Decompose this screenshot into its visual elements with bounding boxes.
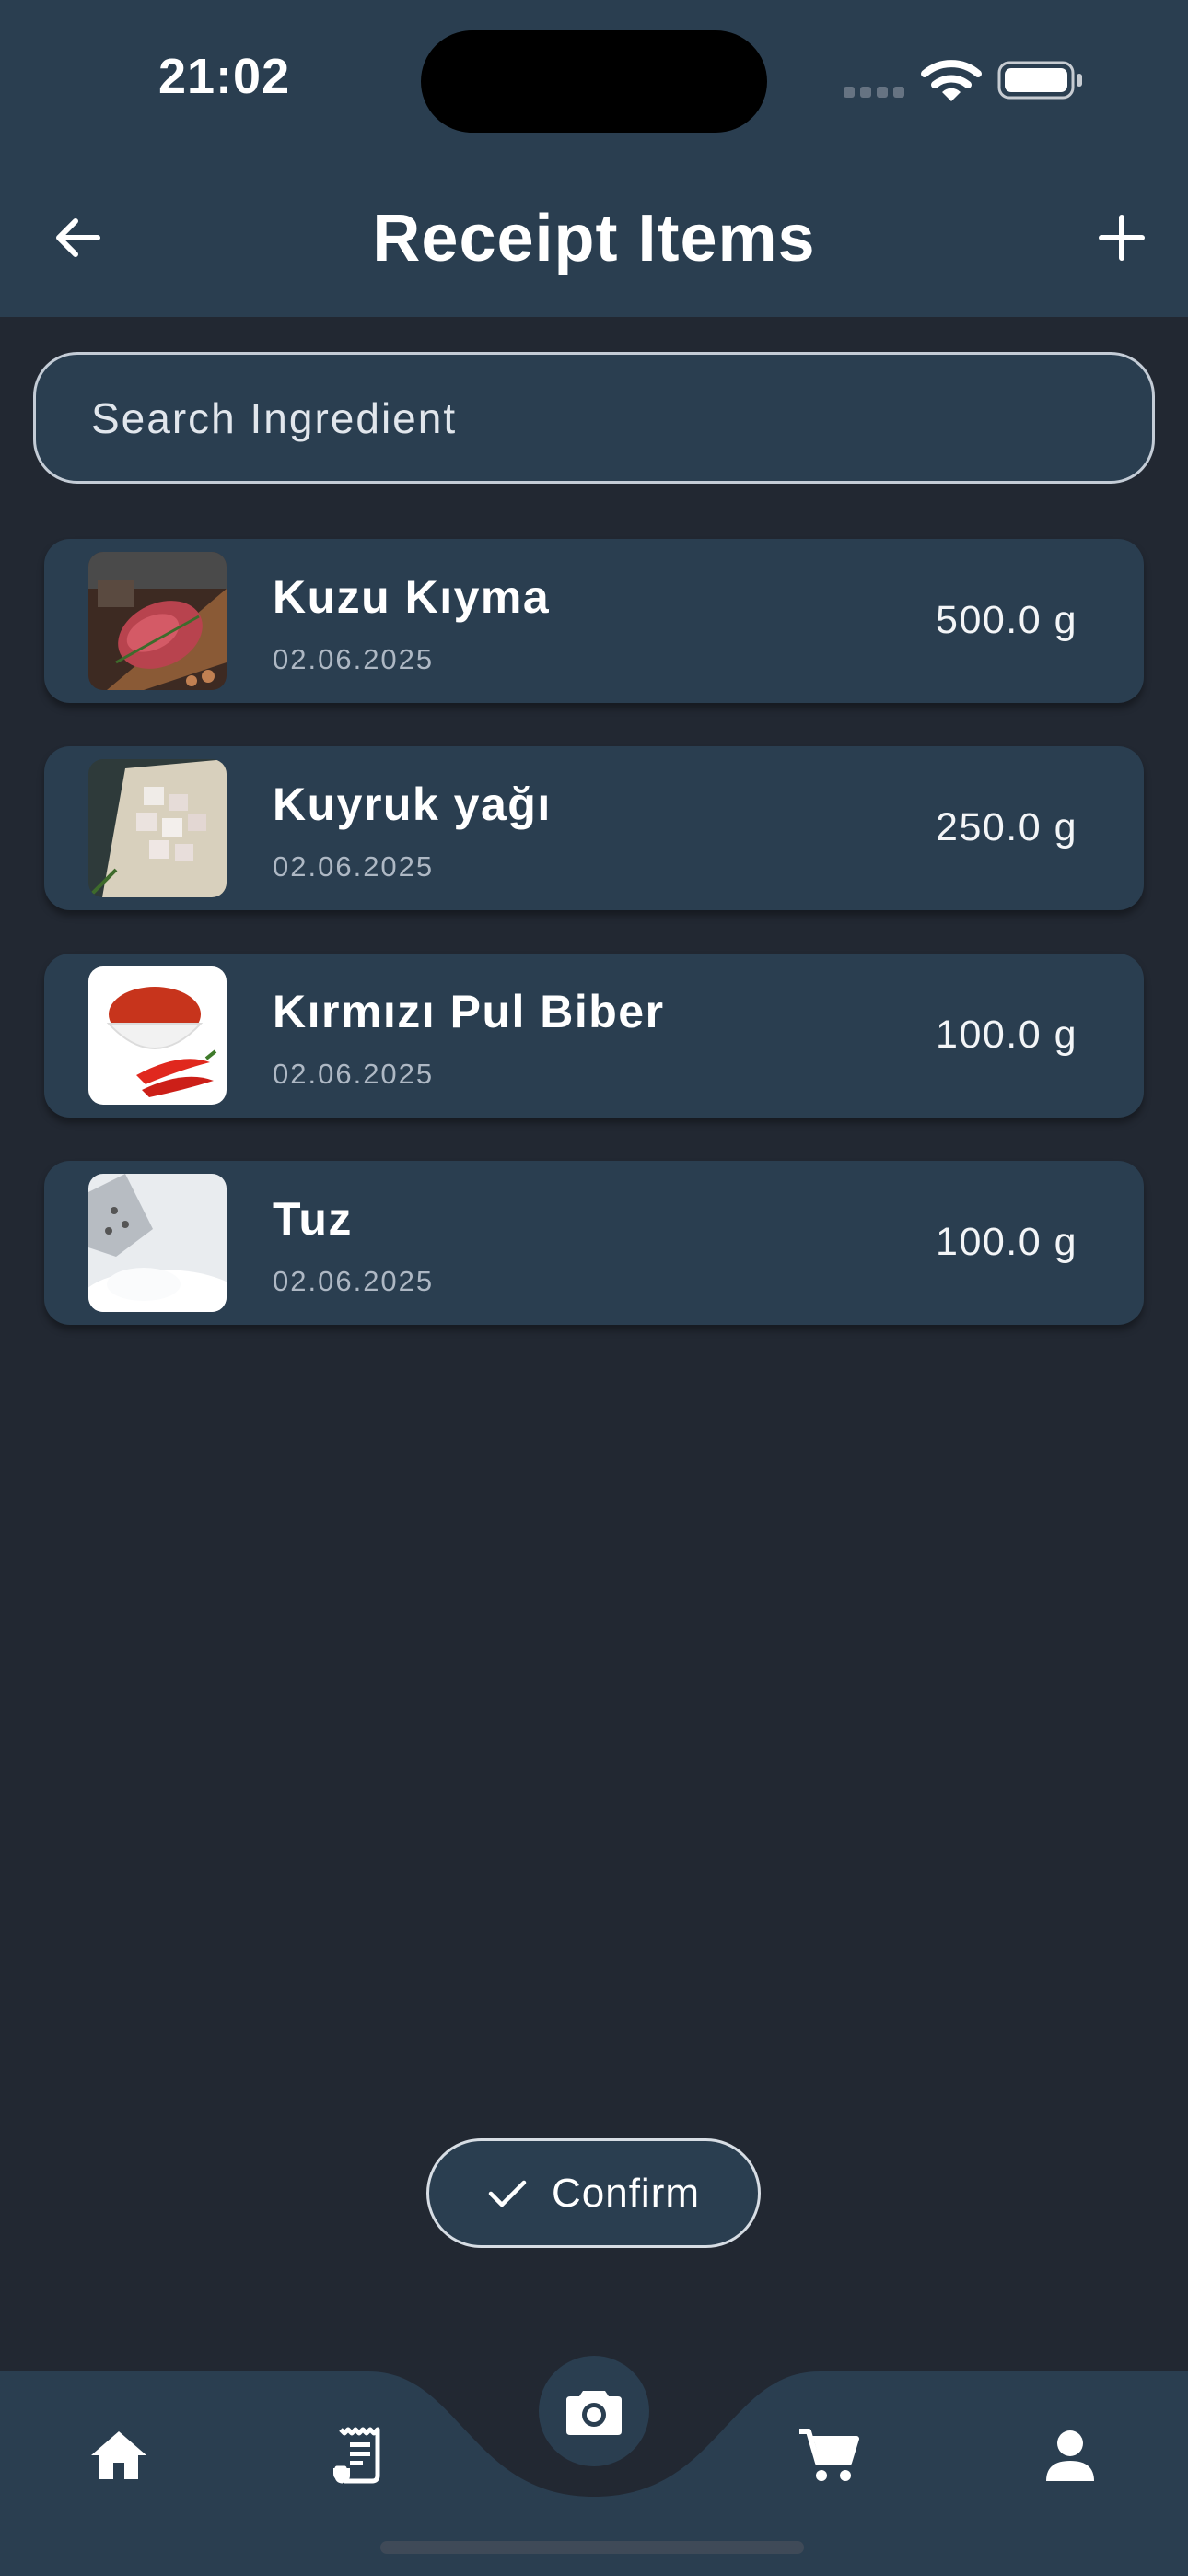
- plus-icon: [1099, 215, 1145, 261]
- person-icon: [1046, 2430, 1094, 2481]
- nav-receipts-button[interactable]: [307, 2405, 408, 2506]
- search-input[interactable]: [36, 355, 1152, 481]
- nav-cart-button[interactable]: [778, 2405, 879, 2506]
- list-item[interactable]: Kuzu Kıyma 02.06.2025 500.0 g: [44, 539, 1144, 703]
- page-title: Receipt Items: [372, 202, 816, 275]
- search-field[interactable]: [33, 352, 1155, 484]
- item-image-red-pepper-flakes: [88, 966, 227, 1105]
- nav-camera-button[interactable]: [539, 2356, 649, 2466]
- battery-icon: [997, 61, 1082, 100]
- confirm-button[interactable]: Confirm: [426, 2138, 761, 2248]
- item-name: Tuz: [273, 1193, 353, 1245]
- item-name: Kuyruk yağı: [273, 779, 552, 830]
- item-image-tail-fat: [88, 759, 227, 897]
- list-item[interactable]: Tuz 02.06.2025 100.0 g: [44, 1161, 1144, 1325]
- item-name: Kuzu Kıyma: [273, 571, 551, 623]
- item-date: 02.06.2025: [273, 643, 435, 675]
- item-date: 02.06.2025: [273, 1265, 435, 1297]
- nav-home-button[interactable]: [68, 2405, 169, 2506]
- item-name: Kırmızı Pul Biber: [273, 986, 665, 1037]
- home-icon: [91, 2431, 146, 2479]
- check-icon: [488, 2180, 527, 2207]
- signal-dot-icon: [844, 87, 855, 98]
- dynamic-island: [421, 30, 767, 133]
- item-quantity: 100.0 g: [936, 1013, 1077, 1057]
- receipt-icon: [333, 2427, 380, 2484]
- item-image-salt: [88, 1174, 227, 1312]
- item-date: 02.06.2025: [273, 850, 435, 883]
- item-quantity: 500.0 g: [936, 598, 1077, 642]
- nav-profile-button[interactable]: [1019, 2405, 1121, 2506]
- signal-dot-icon: [860, 87, 871, 98]
- camera-icon: [566, 2391, 622, 2435]
- signal-dot-icon: [877, 87, 888, 98]
- confirm-label: Confirm: [551, 2170, 701, 2216]
- wifi-icon: [921, 60, 982, 101]
- item-date: 02.06.2025: [273, 1058, 435, 1090]
- list-item[interactable]: Kuyruk yağı 02.06.2025 250.0 g: [44, 746, 1144, 910]
- signal-dot-icon: [893, 87, 904, 98]
- add-item-button[interactable]: [1085, 201, 1159, 275]
- item-quantity: 250.0 g: [936, 805, 1077, 849]
- item-image-minced-lamb: [88, 552, 227, 690]
- home-indicator: [380, 2541, 804, 2554]
- list-item[interactable]: Kırmızı Pul Biber 02.06.2025 100.0 g: [44, 954, 1144, 1118]
- cart-icon: [799, 2429, 859, 2481]
- status-time: 21:02: [158, 49, 291, 104]
- item-quantity: 100.0 g: [936, 1220, 1077, 1264]
